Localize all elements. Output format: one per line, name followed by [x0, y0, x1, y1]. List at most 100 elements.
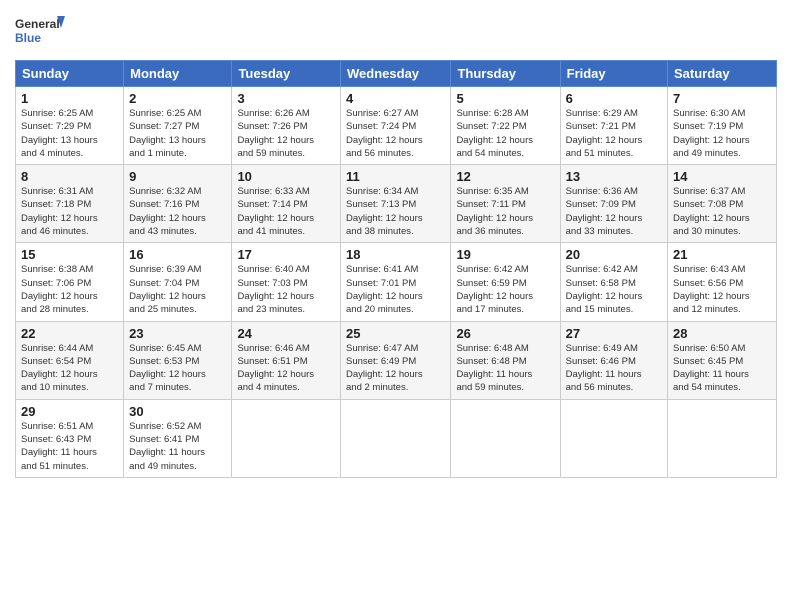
weekday-header-wednesday: Wednesday [341, 61, 451, 87]
day-cell: 7Sunrise: 6:30 AM Sunset: 7:19 PM Daylig… [668, 87, 777, 165]
day-info: Sunrise: 6:49 AM Sunset: 6:46 PM Dayligh… [566, 342, 662, 395]
day-cell: 22Sunrise: 6:44 AM Sunset: 6:54 PM Dayli… [16, 321, 124, 399]
day-number: 17 [237, 247, 335, 262]
svg-text:General: General [15, 17, 60, 31]
day-info: Sunrise: 6:40 AM Sunset: 7:03 PM Dayligh… [237, 263, 335, 316]
day-info: Sunrise: 6:29 AM Sunset: 7:21 PM Dayligh… [566, 107, 662, 160]
day-info: Sunrise: 6:42 AM Sunset: 6:59 PM Dayligh… [456, 263, 554, 316]
day-cell: 25Sunrise: 6:47 AM Sunset: 6:49 PM Dayli… [341, 321, 451, 399]
day-number: 13 [566, 169, 662, 184]
day-number: 9 [129, 169, 226, 184]
week-row-1: 1Sunrise: 6:25 AM Sunset: 7:29 PM Daylig… [16, 87, 777, 165]
day-info: Sunrise: 6:37 AM Sunset: 7:08 PM Dayligh… [673, 185, 771, 238]
weekday-header-friday: Friday [560, 61, 667, 87]
day-info: Sunrise: 6:33 AM Sunset: 7:14 PM Dayligh… [237, 185, 335, 238]
day-number: 8 [21, 169, 118, 184]
logo: General Blue [15, 14, 71, 56]
calendar-table: SundayMondayTuesdayWednesdayThursdayFrid… [15, 60, 777, 478]
day-cell: 24Sunrise: 6:46 AM Sunset: 6:51 PM Dayli… [232, 321, 341, 399]
day-info: Sunrise: 6:27 AM Sunset: 7:24 PM Dayligh… [346, 107, 445, 160]
weekday-header-row: SundayMondayTuesdayWednesdayThursdayFrid… [16, 61, 777, 87]
day-info: Sunrise: 6:30 AM Sunset: 7:19 PM Dayligh… [673, 107, 771, 160]
day-number: 24 [237, 326, 335, 341]
day-info: Sunrise: 6:38 AM Sunset: 7:06 PM Dayligh… [21, 263, 118, 316]
day-cell [668, 399, 777, 477]
day-number: 23 [129, 326, 226, 341]
day-cell: 17Sunrise: 6:40 AM Sunset: 7:03 PM Dayli… [232, 243, 341, 321]
logo-svg: General Blue [15, 14, 65, 56]
header: General Blue [15, 10, 777, 56]
day-cell: 11Sunrise: 6:34 AM Sunset: 7:13 PM Dayli… [341, 165, 451, 243]
day-cell: 5Sunrise: 6:28 AM Sunset: 7:22 PM Daylig… [451, 87, 560, 165]
day-number: 18 [346, 247, 445, 262]
day-cell: 2Sunrise: 6:25 AM Sunset: 7:27 PM Daylig… [124, 87, 232, 165]
weekday-header-sunday: Sunday [16, 61, 124, 87]
day-cell [341, 399, 451, 477]
day-cell [560, 399, 667, 477]
week-row-3: 15Sunrise: 6:38 AM Sunset: 7:06 PM Dayli… [16, 243, 777, 321]
day-cell: 21Sunrise: 6:43 AM Sunset: 6:56 PM Dayli… [668, 243, 777, 321]
day-cell: 20Sunrise: 6:42 AM Sunset: 6:58 PM Dayli… [560, 243, 667, 321]
day-cell: 13Sunrise: 6:36 AM Sunset: 7:09 PM Dayli… [560, 165, 667, 243]
day-info: Sunrise: 6:41 AM Sunset: 7:01 PM Dayligh… [346, 263, 445, 316]
day-number: 16 [129, 247, 226, 262]
day-info: Sunrise: 6:26 AM Sunset: 7:26 PM Dayligh… [237, 107, 335, 160]
day-info: Sunrise: 6:44 AM Sunset: 6:54 PM Dayligh… [21, 342, 118, 395]
day-cell: 16Sunrise: 6:39 AM Sunset: 7:04 PM Dayli… [124, 243, 232, 321]
day-cell: 8Sunrise: 6:31 AM Sunset: 7:18 PM Daylig… [16, 165, 124, 243]
day-number: 22 [21, 326, 118, 341]
svg-text:Blue: Blue [15, 31, 41, 45]
day-info: Sunrise: 6:32 AM Sunset: 7:16 PM Dayligh… [129, 185, 226, 238]
day-cell: 15Sunrise: 6:38 AM Sunset: 7:06 PM Dayli… [16, 243, 124, 321]
day-info: Sunrise: 6:48 AM Sunset: 6:48 PM Dayligh… [456, 342, 554, 395]
day-cell: 6Sunrise: 6:29 AM Sunset: 7:21 PM Daylig… [560, 87, 667, 165]
day-info: Sunrise: 6:31 AM Sunset: 7:18 PM Dayligh… [21, 185, 118, 238]
week-row-5: 29Sunrise: 6:51 AM Sunset: 6:43 PM Dayli… [16, 399, 777, 477]
day-number: 28 [673, 326, 771, 341]
day-info: Sunrise: 6:43 AM Sunset: 6:56 PM Dayligh… [673, 263, 771, 316]
day-info: Sunrise: 6:36 AM Sunset: 7:09 PM Dayligh… [566, 185, 662, 238]
day-cell: 4Sunrise: 6:27 AM Sunset: 7:24 PM Daylig… [341, 87, 451, 165]
day-info: Sunrise: 6:51 AM Sunset: 6:43 PM Dayligh… [21, 420, 118, 473]
day-number: 7 [673, 91, 771, 106]
day-cell [232, 399, 341, 477]
day-number: 12 [456, 169, 554, 184]
day-number: 15 [21, 247, 118, 262]
day-info: Sunrise: 6:25 AM Sunset: 7:29 PM Dayligh… [21, 107, 118, 160]
day-cell: 29Sunrise: 6:51 AM Sunset: 6:43 PM Dayli… [16, 399, 124, 477]
day-cell: 3Sunrise: 6:26 AM Sunset: 7:26 PM Daylig… [232, 87, 341, 165]
day-info: Sunrise: 6:35 AM Sunset: 7:11 PM Dayligh… [456, 185, 554, 238]
day-cell: 26Sunrise: 6:48 AM Sunset: 6:48 PM Dayli… [451, 321, 560, 399]
day-cell: 12Sunrise: 6:35 AM Sunset: 7:11 PM Dayli… [451, 165, 560, 243]
day-cell: 19Sunrise: 6:42 AM Sunset: 6:59 PM Dayli… [451, 243, 560, 321]
weekday-header-tuesday: Tuesday [232, 61, 341, 87]
day-number: 5 [456, 91, 554, 106]
day-number: 1 [21, 91, 118, 106]
weekday-header-saturday: Saturday [668, 61, 777, 87]
day-number: 11 [346, 169, 445, 184]
day-info: Sunrise: 6:46 AM Sunset: 6:51 PM Dayligh… [237, 342, 335, 395]
day-cell: 18Sunrise: 6:41 AM Sunset: 7:01 PM Dayli… [341, 243, 451, 321]
day-info: Sunrise: 6:42 AM Sunset: 6:58 PM Dayligh… [566, 263, 662, 316]
day-cell: 1Sunrise: 6:25 AM Sunset: 7:29 PM Daylig… [16, 87, 124, 165]
week-row-4: 22Sunrise: 6:44 AM Sunset: 6:54 PM Dayli… [16, 321, 777, 399]
day-number: 26 [456, 326, 554, 341]
day-number: 19 [456, 247, 554, 262]
day-number: 2 [129, 91, 226, 106]
weekday-header-monday: Monday [124, 61, 232, 87]
day-number: 20 [566, 247, 662, 262]
day-info: Sunrise: 6:45 AM Sunset: 6:53 PM Dayligh… [129, 342, 226, 395]
day-info: Sunrise: 6:34 AM Sunset: 7:13 PM Dayligh… [346, 185, 445, 238]
day-number: 14 [673, 169, 771, 184]
day-info: Sunrise: 6:39 AM Sunset: 7:04 PM Dayligh… [129, 263, 226, 316]
week-row-2: 8Sunrise: 6:31 AM Sunset: 7:18 PM Daylig… [16, 165, 777, 243]
day-cell: 14Sunrise: 6:37 AM Sunset: 7:08 PM Dayli… [668, 165, 777, 243]
day-number: 3 [237, 91, 335, 106]
weekday-header-thursday: Thursday [451, 61, 560, 87]
day-number: 29 [21, 404, 118, 419]
day-number: 27 [566, 326, 662, 341]
day-info: Sunrise: 6:25 AM Sunset: 7:27 PM Dayligh… [129, 107, 226, 160]
day-info: Sunrise: 6:28 AM Sunset: 7:22 PM Dayligh… [456, 107, 554, 160]
day-cell: 9Sunrise: 6:32 AM Sunset: 7:16 PM Daylig… [124, 165, 232, 243]
day-number: 30 [129, 404, 226, 419]
